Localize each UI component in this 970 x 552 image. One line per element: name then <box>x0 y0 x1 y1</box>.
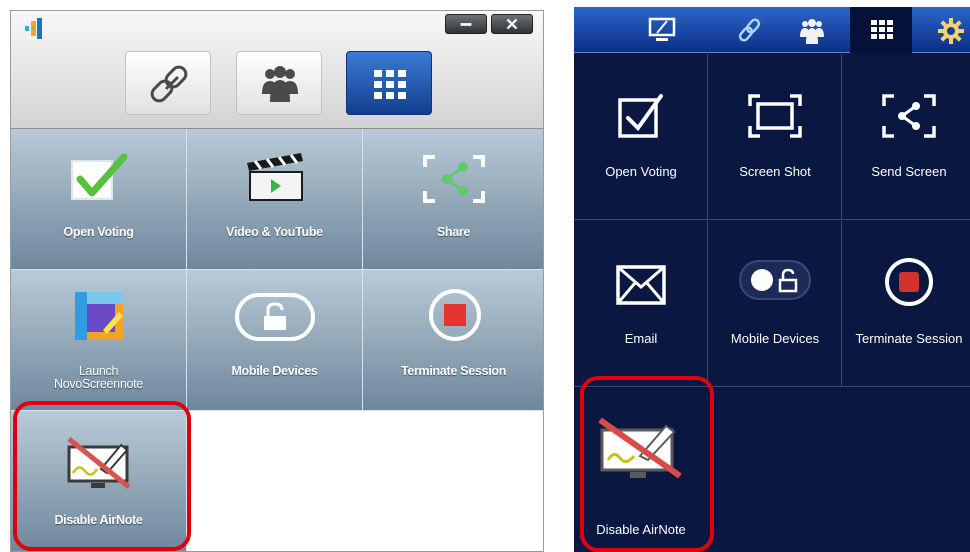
tile-label: Video & YouTube <box>226 225 323 239</box>
tile-label-line2: NovoScreennote <box>54 377 143 391</box>
tile-open-voting[interactable]: Open Voting <box>574 54 708 220</box>
envelope-icon <box>616 265 666 305</box>
link-icon <box>738 18 761 42</box>
stop-icon <box>429 289 481 341</box>
desktop-app-window: Open Voting Video & YouTube Share Launch… <box>10 10 544 552</box>
tile-label: Email <box>624 331 658 346</box>
close-button[interactable] <box>491 14 533 34</box>
tile-terminate-session[interactable]: Terminate Session <box>363 270 543 411</box>
tile-mobile-devices[interactable]: Mobile Devices <box>187 270 363 411</box>
stop-icon <box>885 258 933 306</box>
screenshot-icon <box>748 94 802 138</box>
tile-label: Share <box>436 225 471 239</box>
tab-settings[interactable] <box>919 7 970 53</box>
tab-grid[interactable] <box>850 7 912 53</box>
checkbox-icon <box>618 94 663 138</box>
link-icon <box>150 65 188 103</box>
tile-label: Open Voting <box>605 164 677 179</box>
checkbox-icon <box>71 153 128 200</box>
tile-label: Send Screen <box>871 164 947 179</box>
tile-mobile-devices[interactable]: Mobile Devices <box>708 221 842 387</box>
tile-label: Mobile Devices <box>231 364 318 378</box>
tab-group[interactable] <box>780 7 842 53</box>
tile-launch-novoscreennote[interactable]: Launch NovoScreennote <box>11 270 187 411</box>
mobile-app-screen: Open Voting Screen Shot Send Screen Emai… <box>574 7 970 552</box>
app-logo-icon <box>25 18 42 39</box>
tab-group[interactable] <box>236 51 322 115</box>
tile-terminate-session[interactable]: Terminate Session <box>842 221 970 387</box>
highlight-box <box>13 401 191 551</box>
unlock-icon <box>235 293 315 341</box>
tile-label: Screen Shot <box>739 164 811 179</box>
tile-share[interactable]: Share <box>363 129 543 270</box>
grid-icon <box>871 20 893 39</box>
send-screen-icon <box>882 94 936 138</box>
minimize-button[interactable] <box>445 14 487 34</box>
tab-link[interactable] <box>125 51 211 115</box>
tile-email[interactable]: Email <box>574 221 708 387</box>
share-icon <box>423 155 485 203</box>
tile-video-youtube[interactable]: Video & YouTube <box>187 129 363 270</box>
group-icon <box>262 66 298 102</box>
tab-grid[interactable] <box>346 51 432 115</box>
tab-monitor[interactable] <box>630 7 692 53</box>
clapperboard-icon <box>247 153 303 201</box>
mobile-tab-bar <box>574 7 970 53</box>
gear-icon <box>938 18 964 44</box>
tile-label: Terminate Session <box>400 364 507 378</box>
tile-open-voting[interactable]: Open Voting <box>11 129 187 270</box>
tab-link[interactable] <box>718 7 780 53</box>
screennote-icon <box>75 292 123 340</box>
comparison-screenshot: Open Voting Video & YouTube Share Launch… <box>0 0 970 552</box>
tile-send-screen[interactable]: Send Screen <box>842 54 970 220</box>
highlight-box <box>580 376 714 552</box>
grid-icon <box>374 70 406 99</box>
tile-label: Launch NovoScreennote <box>11 365 186 391</box>
tile-label: Terminate Session <box>855 331 963 346</box>
desktop-header <box>11 11 543 129</box>
tile-screen-shot[interactable]: Screen Shot <box>708 54 842 220</box>
group-icon <box>800 19 824 44</box>
monitor-icon <box>648 17 676 41</box>
toggle-lock-icon <box>739 260 811 300</box>
tile-label: Mobile Devices <box>730 331 820 346</box>
tile-label: Open Voting <box>63 225 134 239</box>
